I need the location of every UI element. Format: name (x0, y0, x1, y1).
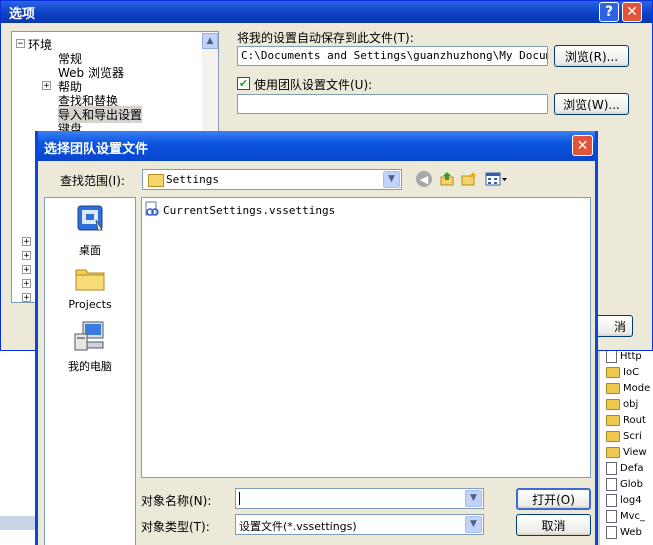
background-list-item: Scri (606, 428, 642, 444)
my-computer-icon (45, 320, 135, 355)
background-list-item: View (606, 444, 647, 460)
background-item-name: obj (623, 398, 639, 410)
file-icon (606, 509, 617, 523)
folder-icon (606, 382, 620, 394)
object-name-label: 对象名称(N): (141, 494, 212, 508)
chevron-down-icon[interactable]: ▼ (383, 171, 400, 188)
close-icon: ✕ (576, 137, 589, 154)
expand-icon[interactable]: + (22, 251, 31, 261)
background-list-item: IoC (606, 364, 639, 380)
folder-icon (606, 430, 620, 442)
file-icon (606, 349, 617, 363)
options-titlebar: 选项 ? ✕ (1, 1, 652, 23)
file-icon (606, 477, 617, 491)
tree-item[interactable]: 环境 (28, 36, 52, 53)
look-in-label: 查找范围(I): (60, 174, 125, 188)
autosave-path-input[interactable]: C:\Documents and Settings\guanzhuzhong\M… (237, 46, 548, 66)
desktop-icon (45, 204, 135, 239)
help-icon: ? (604, 4, 614, 20)
expand-icon[interactable]: + (22, 265, 31, 275)
place-label: Projects (68, 298, 112, 311)
folder-icon (606, 446, 620, 458)
background-item-name: Scri (623, 430, 642, 442)
expand-icon[interactable]: + (22, 293, 31, 302)
place-projects[interactable]: Projects (45, 264, 135, 311)
look-in-value: Settings (166, 173, 219, 186)
look-in-combo[interactable]: Settings ▼ (142, 169, 402, 190)
back-icon[interactable]: ◀ (416, 171, 432, 187)
file-icon (606, 525, 617, 539)
background-item-name: Mode (623, 382, 651, 394)
chevron-down-icon[interactable]: ▼ (465, 490, 482, 507)
background-list-item: Rout (606, 412, 646, 428)
object-name-input[interactable]: ▼ (235, 488, 484, 509)
options-title: 选项 (9, 7, 36, 22)
background-item-name: View (623, 446, 647, 458)
team-settings-checkbox[interactable]: ✔ (237, 77, 250, 90)
dialog-title: 选择团队设置文件 (44, 142, 149, 157)
expand-icon[interactable]: + (42, 81, 51, 91)
vssettings-file-icon (144, 201, 160, 220)
folder-icon (606, 366, 620, 378)
tree-scrollbar[interactable]: ▲ (202, 33, 218, 133)
background-list-item: Web (606, 524, 642, 540)
background-list-item: log4 (606, 492, 642, 508)
browse-team-button[interactable]: 浏览(W)... (554, 93, 629, 115)
place-label: 桌面 (79, 244, 101, 257)
file-list[interactable]: CurrentSettings.vssettings (141, 197, 591, 478)
file-icon (606, 493, 617, 507)
scroll-up-icon[interactable]: ▲ (202, 33, 218, 49)
file-name: CurrentSettings.vssettings (163, 204, 336, 217)
up-folder-icon[interactable] (438, 170, 456, 188)
background-item-name: Rout (623, 414, 646, 426)
folder-icon (148, 174, 164, 187)
background-list-item: Mvc_ (606, 508, 645, 524)
chevron-down-icon[interactable]: ▼ (465, 516, 482, 533)
object-type-value: 设置文件(*.vssettings) (239, 520, 357, 533)
dialog-close-button[interactable]: ✕ (572, 135, 593, 156)
new-folder-icon[interactable] (460, 170, 478, 188)
background-list-item: obj (606, 396, 638, 412)
background-item-name: Defa (620, 462, 644, 474)
places-bar: 桌面 Projects 我的电脑 (44, 197, 136, 545)
select-team-settings-dialog: 选择团队设置文件 ✕ 查找范围(I): Settings ▼ ◀ 桌面 Proj… (35, 131, 598, 545)
views-menu-icon[interactable] (484, 170, 510, 188)
file-icon (606, 461, 617, 475)
background-item-name: Glob (620, 478, 643, 490)
expand-icon[interactable]: + (22, 237, 31, 247)
background-scrollbar (0, 516, 36, 530)
background-item-name: IoC (623, 366, 640, 378)
expand-icon[interactable]: + (22, 279, 31, 289)
place-my-computer[interactable]: 我的电脑 (45, 320, 135, 374)
background-item-name: Web (620, 526, 642, 538)
folder-icon (606, 398, 620, 410)
team-settings-label: 使用团队设置文件(U): (254, 78, 373, 92)
text-caret (239, 492, 240, 505)
background-list-item: Glob (606, 476, 643, 492)
list-item[interactable]: CurrentSettings.vssettings (144, 201, 335, 220)
folder-icon (45, 264, 135, 295)
object-type-label: 对象类型(T): (141, 520, 210, 534)
background-list-item: Defa (606, 460, 644, 476)
background-item-name: Http (620, 350, 642, 362)
place-label: 我的电脑 (68, 360, 112, 373)
team-settings-path-input[interactable] (237, 94, 548, 114)
options-close-button[interactable]: ✕ (622, 2, 642, 22)
open-button[interactable]: 打开(O) (516, 488, 591, 510)
autosave-label: 将我的设置自动保存到此文件(T): (237, 31, 414, 45)
close-icon: ✕ (626, 4, 638, 20)
collapse-icon[interactable]: − (16, 39, 25, 49)
browse-autosave-button[interactable]: 浏览(R)... (554, 45, 629, 67)
place-desktop[interactable]: 桌面 (45, 204, 135, 258)
folder-icon (606, 414, 620, 426)
background-list-item: Mode (606, 380, 650, 396)
background-item-name: log4 (620, 494, 642, 506)
background-item-name: Mvc_ (620, 510, 646, 522)
object-type-select[interactable]: 设置文件(*.vssettings) ▼ (235, 514, 484, 535)
cancel-button[interactable]: 取消 (516, 514, 591, 536)
help-button[interactable]: ? (599, 2, 619, 22)
dialog-titlebar: 选择团队设置文件 ✕ (38, 131, 595, 161)
